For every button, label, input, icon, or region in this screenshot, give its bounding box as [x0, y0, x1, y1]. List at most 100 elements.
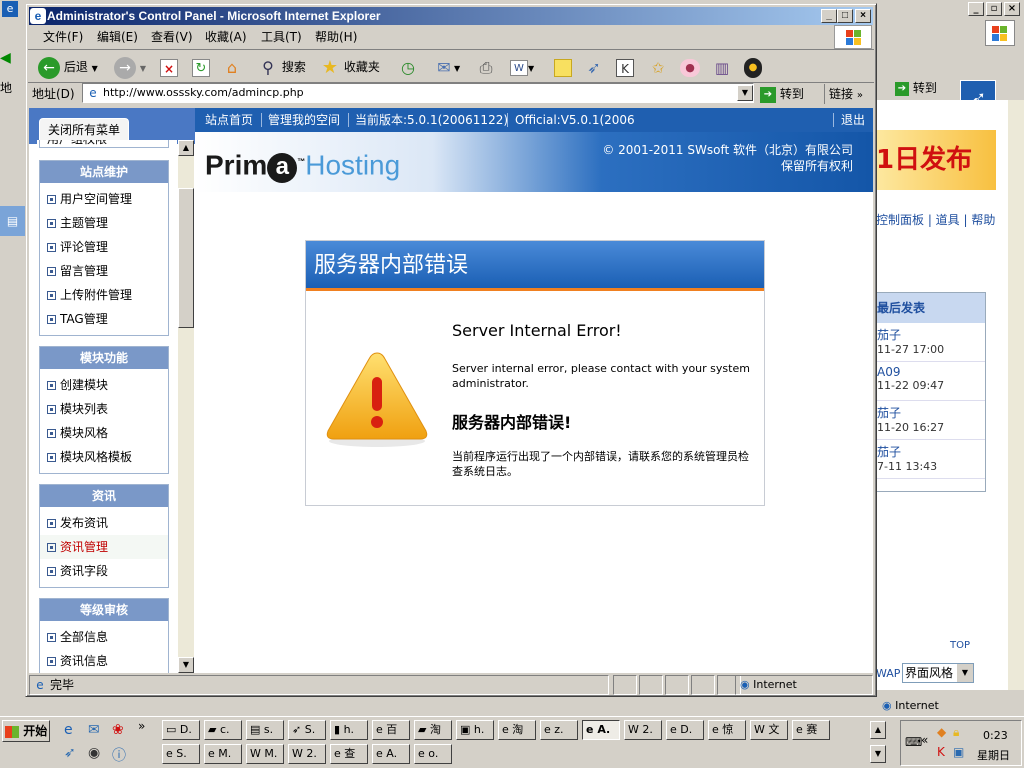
media-quicklaunch-icon[interactable]: ◉ — [88, 745, 106, 763]
sidebar-scrollbar[interactable]: ▲ ▼ — [178, 140, 194, 673]
back-button[interactable]: ← 后退 ▼ — [38, 52, 114, 82]
style-select[interactable]: 界面风格 ▼ — [902, 663, 974, 683]
sidebar-section-title[interactable]: 模块功能 — [40, 347, 168, 369]
sidebar-item-publish-news[interactable]: 发布资讯 — [40, 511, 168, 535]
sidebar-item-module-style[interactable]: 模块风格 — [40, 421, 168, 445]
edit-button[interactable]: W ▼ — [510, 52, 544, 82]
stop-button[interactable]: × — [160, 52, 182, 82]
sidebar-item-comments[interactable]: 评论管理 — [40, 235, 168, 259]
task-button[interactable]: ▣ h. — [456, 720, 494, 740]
sidebar-item-news-fields[interactable]: 资讯字段 — [40, 559, 168, 583]
qq-button[interactable]: ● — [744, 52, 768, 82]
wap-link[interactable]: WAP — [876, 665, 904, 683]
task-button[interactable]: e A. — [372, 744, 410, 764]
sidebar-item-topics[interactable]: 主题管理 — [40, 211, 168, 235]
search-button[interactable]: ⚲ 搜索 — [258, 52, 312, 82]
go-button[interactable]: ➔ 转到 — [760, 84, 818, 104]
notes-button[interactable] — [554, 52, 578, 82]
chevron-left-icon[interactable]: « — [921, 733, 928, 747]
chevron-right-icon[interactable]: » — [138, 719, 145, 733]
refresh-button[interactable]: ↻ — [192, 52, 214, 82]
menu-view[interactable]: 查看(V) — [146, 26, 198, 48]
tray-app-icon[interactable]: ◆ — [937, 725, 946, 739]
taskbar-scroll-up[interactable]: ▲ — [870, 721, 886, 739]
history-button[interactable]: ◷ — [398, 52, 422, 82]
taskbar-scroll-down[interactable]: ▼ — [870, 745, 886, 763]
task-button[interactable]: ▰ c. — [204, 720, 242, 740]
sidebar-item-all-info[interactable]: 全部信息 — [40, 625, 168, 649]
forward-button[interactable]: → ▼ — [114, 52, 148, 82]
outlook-quicklaunch-icon[interactable]: ✉ — [88, 722, 106, 740]
close-all-menus-button[interactable]: 关闭所有菜单 — [39, 118, 129, 140]
task-button[interactable]: e 百 — [372, 720, 410, 740]
k-icon[interactable]: K — [937, 745, 945, 759]
task-button[interactable]: e 查 — [330, 744, 368, 764]
home-button[interactable]: ⌂ — [222, 52, 246, 82]
task-button[interactable]: W 文 — [750, 720, 788, 740]
menu-edit[interactable]: 编辑(E) — [92, 26, 143, 48]
network-icon[interactable]: ▣ — [953, 745, 964, 759]
sidebar-item-create-module[interactable]: 创建模块 — [40, 373, 168, 397]
task-button[interactable]: W 2. — [624, 720, 662, 740]
bird-quicklaunch-icon[interactable]: ➶ — [64, 745, 82, 763]
scroll-up-button[interactable]: ▲ — [178, 140, 194, 156]
tool-star-button[interactable]: ✩ — [648, 52, 672, 82]
tool-pig-button[interactable]: ● — [680, 52, 704, 82]
maximize-button[interactable]: □ — [837, 9, 853, 23]
bg-scrollbar[interactable] — [1008, 100, 1024, 690]
bg-minimize-button[interactable]: _ — [968, 2, 984, 16]
sidebar-item-manage-news[interactable]: 资讯管理 — [40, 535, 168, 559]
task-button[interactable]: e 惊 — [708, 720, 746, 740]
close-button[interactable]: × — [855, 9, 871, 23]
bg-toplinks[interactable]: 控制面板 | 道具 | 帮助 — [876, 210, 1006, 230]
top-link[interactable]: TOP — [950, 640, 980, 654]
task-button[interactable]: e o. — [414, 744, 452, 764]
mail-button[interactable]: ✉ ▼ — [434, 52, 468, 82]
post-item[interactable]: A09 11-22 09:47 — [877, 362, 985, 401]
start-button[interactable]: 开始 — [2, 720, 50, 742]
address-dropdown[interactable]: ▼ — [737, 85, 753, 101]
menu-help[interactable]: 帮助(H) — [310, 26, 362, 48]
bg-restore-button[interactable]: ▫ — [986, 2, 1002, 16]
task-button[interactable]: e M. — [204, 744, 242, 764]
task-button[interactable]: ➶ S. — [288, 720, 326, 740]
post-item[interactable]: 茄子 11-20 16:27 — [877, 401, 985, 440]
task-button[interactable]: ▤ s. — [246, 720, 284, 740]
task-button[interactable]: ▮ h. — [330, 720, 368, 740]
messenger-button[interactable]: ➶ — [584, 52, 608, 82]
task-button[interactable]: e z. — [540, 720, 578, 740]
scroll-thumb[interactable] — [178, 188, 194, 328]
sidebar-item-module-template[interactable]: 模块风格模板 — [40, 445, 168, 469]
window-titlebar[interactable]: e Administrator's Control Panel - Micros… — [29, 7, 873, 25]
scroll-down-button[interactable]: ▼ — [178, 657, 194, 673]
task-button[interactable]: e 淘 — [498, 720, 536, 740]
post-item[interactable]: 茄子 7-11 13:43 — [877, 440, 985, 479]
logout-link[interactable]: 退出 — [841, 108, 865, 132]
tool-books-button[interactable]: ▥ — [712, 52, 736, 82]
task-button-active[interactable]: e A. — [582, 720, 620, 740]
keyboard-icon[interactable]: ⌨ — [905, 735, 922, 749]
sidebar-item-tags[interactable]: TAG管理 — [40, 307, 168, 331]
task-button[interactable]: e S. — [162, 744, 200, 764]
task-button[interactable]: e D. — [666, 720, 704, 740]
lock-icon[interactable]: 🔒︎ — [953, 725, 959, 740]
menu-file[interactable]: 文件(F) — [38, 26, 88, 48]
task-button[interactable]: ▰ 淘 — [414, 720, 452, 740]
sidebar-section-title[interactable]: 等级审核 — [40, 599, 168, 621]
bg-go-button[interactable]: ➔ 转到 — [895, 78, 955, 98]
nav-site-home[interactable]: 站点首页 — [205, 108, 253, 132]
address-input[interactable]: e http://www.osssky.com/admincp.php ▼ — [82, 83, 754, 103]
task-button[interactable]: e 赛 — [792, 720, 830, 740]
info-quicklaunch-icon[interactable]: ⓘ — [112, 745, 130, 764]
task-button[interactable]: W 2. — [288, 744, 326, 764]
sidebar-section-title[interactable]: 资讯 — [40, 485, 168, 507]
ie-quicklaunch-icon[interactable]: e — [64, 722, 82, 740]
sidebar-item-news-info[interactable]: 资讯信息 — [40, 649, 168, 673]
print-button[interactable]: ⎙ — [476, 52, 500, 82]
task-button[interactable]: ▭ D. — [162, 720, 200, 740]
clock-time[interactable]: 0:23 — [983, 729, 1008, 742]
sidebar-item-user-space[interactable]: 用户空间管理 — [40, 187, 168, 211]
sidebar-item-attachments[interactable]: 上传附件管理 — [40, 283, 168, 307]
sidebar-item-guestbook[interactable]: 留言管理 — [40, 259, 168, 283]
post-item[interactable]: 茄子 11-27 17:00 — [877, 323, 985, 362]
